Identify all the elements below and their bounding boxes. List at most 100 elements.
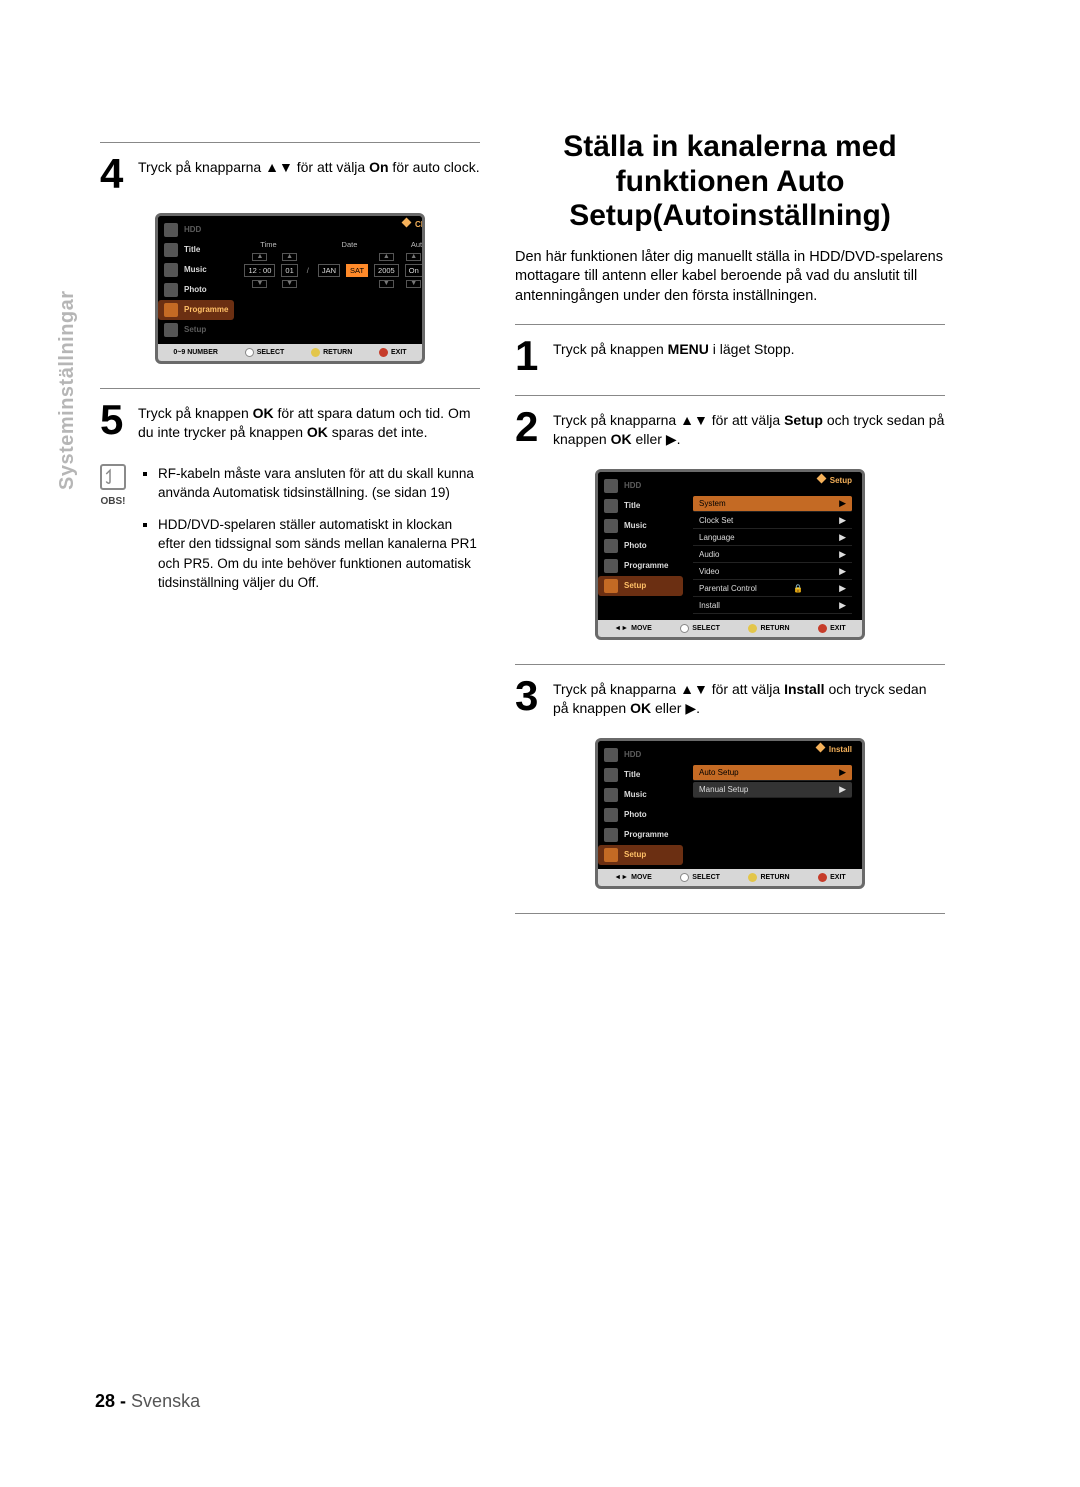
osd-side-label: Programme [184, 305, 228, 314]
osd-side-label: HDD [624, 750, 641, 759]
divider [100, 388, 480, 389]
osd-side-nav: HDD Title Music Photo Programme Setup [598, 741, 683, 869]
osd-side-nav: HDDTitleMusicPhotoProgrammeSetup [598, 472, 683, 620]
osd-side-item: Programme [598, 825, 683, 845]
chevron-right-icon: ▶ [839, 498, 846, 509]
osd-side-label: Programme [624, 561, 668, 570]
divider [515, 664, 945, 665]
osd-side-item: Setup [158, 320, 234, 340]
section-side-label: Systeminställningar [56, 290, 79, 490]
chevron-right-icon: ▶ [839, 784, 846, 795]
osd-side-icon [604, 579, 618, 593]
osd-side-icon [604, 559, 618, 573]
step-number: 3 [515, 677, 543, 715]
osd-side-item: HDD [598, 745, 683, 765]
osd-footer: ◄► MOVE SELECT RETURN EXIT [598, 620, 862, 637]
osd-menu-item: Install▶ [693, 598, 852, 614]
osd-side-icon [164, 323, 178, 337]
osd-side-item: Photo [598, 805, 683, 825]
osd-side-item: Title [598, 765, 683, 785]
step-4: 4 Tryck på knapparna ▲▼ för att välja On… [100, 155, 480, 193]
osd-side-label: Programme [624, 830, 668, 839]
divider [515, 324, 945, 325]
osd-side-icon [604, 788, 618, 802]
chevron-right-icon: ▶ [839, 767, 846, 778]
chevron-right-icon: ▶ [839, 566, 846, 577]
osd-menu-item: Auto Setup▶ [693, 765, 852, 781]
osd-side-item: HDD [158, 220, 234, 240]
section-title: Ställa in kanalerna med funktionen Auto … [515, 130, 945, 234]
osd-side-label: Title [624, 501, 640, 510]
step-2: 2 Tryck på knapparna ▲▼ för att välja Se… [515, 408, 945, 449]
chevron-right-icon: ▶ [839, 600, 846, 611]
osd-side-label: Setup [184, 325, 206, 334]
osd-side-icon [164, 263, 178, 277]
osd-side-label: Music [184, 265, 207, 274]
step-1-text: Tryck på knappen MENU i läget Stopp. [553, 337, 795, 359]
osd-side-item: Music [598, 516, 683, 536]
divider [515, 913, 945, 914]
chevron-right-icon: ▶ [839, 583, 846, 594]
lock-icon: 🔒 [793, 584, 803, 593]
step-5: 5 Tryck på knappen OK för att spara datu… [100, 401, 480, 442]
step-5-text: Tryck på knappen OK för att spara datum … [138, 401, 480, 442]
osd-side-icon [604, 499, 618, 513]
step-4-text: Tryck på knapparna ▲▼ för att välja On f… [138, 155, 480, 177]
osd-clock-set: HDD Title Music Photo Programme Setup Clock S… [155, 213, 425, 364]
osd-menu-list: Auto Setup▶Manual Setup▶ [693, 765, 852, 851]
osd-side-nav: HDD Title Music Photo Programme Setup [158, 216, 234, 344]
note-item: RF-kabeln måste vara ansluten för att du… [158, 464, 480, 503]
osd-side-label: Photo [624, 541, 647, 550]
osd-side-icon [604, 848, 618, 862]
osd-menu-list: System▶Clock Set▶Language▶Audio▶Video▶Pa… [693, 496, 852, 614]
osd-install-menu: HDD Title Music Photo Programme Setup Install… [595, 738, 865, 889]
divider [100, 142, 480, 143]
section-intro: Den här funktionen låter dig manuellt st… [515, 248, 945, 307]
step-number: 5 [100, 401, 128, 439]
osd-side-item: Programme [598, 556, 683, 576]
osd-side-item: Music [598, 785, 683, 805]
osd-footer: 0~9 NUMBER SELECT RETURN EXIT [158, 344, 422, 361]
osd-side-icon [604, 808, 618, 822]
osd-menu-item: Parental Control🔒▶ [693, 581, 852, 597]
osd-menu-item: System▶ [693, 496, 852, 512]
osd-side-icon [604, 479, 618, 493]
osd-side-label: Setup [624, 850, 646, 859]
osd-side-item: Title [158, 240, 234, 260]
osd-side-label: Music [624, 790, 647, 799]
step-number: 1 [515, 337, 543, 375]
osd-side-label: Setup [624, 581, 646, 590]
osd-side-item: Photo [158, 280, 234, 300]
osd-setup-menu: HDDTitleMusicPhotoProgrammeSetup Setup S… [595, 469, 865, 640]
osd-side-icon [164, 223, 178, 237]
osd-menu-item: Language▶ [693, 530, 852, 546]
osd-side-label: Photo [624, 810, 647, 819]
step-3: 3 Tryck på knapparna ▲▼ för att välja In… [515, 677, 945, 718]
osd-side-icon [604, 519, 618, 533]
osd-caption: Setup [818, 475, 852, 485]
step-number: 2 [515, 408, 543, 446]
osd-side-label: Title [624, 770, 640, 779]
osd-menu-item: Video▶ [693, 564, 852, 580]
osd-menu-item: Clock Set▶ [693, 513, 852, 529]
divider [515, 395, 945, 396]
page-footer: 28 - Svenska [95, 1391, 200, 1412]
osd-side-item: Setup [598, 576, 683, 596]
osd-footer: ◄► MOVE SELECT RETURN EXIT [598, 869, 862, 886]
osd-side-icon [604, 828, 618, 842]
osd-side-icon [164, 283, 178, 297]
step-2-text: Tryck på knapparna ▲▼ för att välja Setu… [553, 408, 945, 449]
osd-side-icon [164, 243, 178, 257]
note-label: OBS! [101, 496, 126, 507]
osd-caption: Install [817, 744, 852, 754]
step-1: 1 Tryck på knappen MENU i läget Stopp. [515, 337, 945, 375]
osd-side-item: Music [158, 260, 234, 280]
osd-caption: Clock Set [403, 219, 425, 229]
osd-side-label: HDD [184, 225, 201, 234]
osd-menu-item: Manual Setup▶ [693, 782, 852, 798]
chevron-right-icon: ▶ [839, 532, 846, 543]
step-number: 4 [100, 155, 128, 193]
osd-side-item: Setup [598, 845, 683, 865]
osd-side-label: Title [184, 245, 200, 254]
osd-side-icon [604, 539, 618, 553]
